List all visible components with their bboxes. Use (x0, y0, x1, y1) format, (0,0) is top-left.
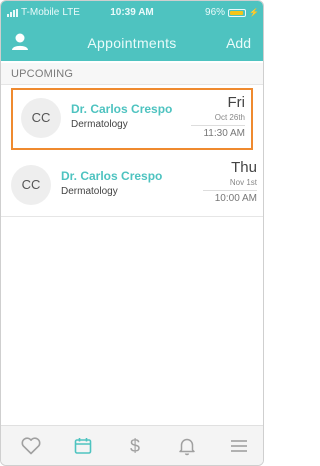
status-right: 96% ⚡ (205, 7, 259, 18)
appointment-date: Nov 1st (229, 178, 257, 187)
status-bar: T-Mobile LTE 10:39 AM 96% ⚡ (1, 1, 263, 25)
heart-icon (21, 437, 41, 455)
page-title: Appointments (87, 35, 177, 51)
doctor-specialty: Dermatology (61, 186, 118, 197)
nav-bar: Appointments Add (1, 25, 263, 61)
add-button[interactable]: Add (226, 35, 251, 51)
tab-menu[interactable] (213, 426, 263, 465)
datetime-divider (203, 190, 257, 191)
avatar: CC (21, 98, 61, 138)
appointment-row[interactable]: CC Dr. Carlos Crespo Dermatology Thu Nov… (1, 155, 263, 217)
appointment-datetime: Fri Oct 26th 11:30 AM (191, 94, 245, 139)
doctor-specialty: Dermatology (71, 119, 128, 130)
battery-icon (228, 8, 247, 17)
section-title: UPCOMING (11, 68, 74, 80)
app-header: T-Mobile LTE 10:39 AM 96% ⚡ Appointments… (1, 1, 263, 61)
phone-screen: T-Mobile LTE 10:39 AM 96% ⚡ Appointments… (0, 0, 264, 466)
tab-favorites[interactable] (5, 426, 57, 465)
section-header: UPCOMING (1, 63, 263, 85)
charging-icon: ⚡ (249, 8, 259, 17)
appointment-weekday: Thu (231, 159, 257, 176)
appointment-datetime: Thu Nov 1st 10:00 AM (203, 159, 257, 204)
appointment-time: 11:30 AM (203, 128, 245, 139)
appointment-weekday: Fri (227, 94, 246, 111)
battery-percent: 96% (205, 7, 226, 18)
menu-icon (230, 439, 248, 453)
datetime-divider (191, 125, 245, 126)
tab-bar: $ (1, 425, 263, 465)
appointment-time: 10:00 AM (214, 193, 257, 204)
tab-appointments[interactable] (57, 426, 109, 465)
calendar-icon (73, 436, 93, 456)
appointment-row[interactable]: CC Dr. Carlos Crespo Dermatology Fri Oct… (11, 88, 253, 150)
dollar-icon: $ (129, 435, 140, 456)
doctor-name: Dr. Carlos Crespo (71, 102, 173, 116)
tab-billing[interactable]: $ (109, 426, 161, 465)
doctor-name: Dr. Carlos Crespo (61, 169, 163, 183)
tab-notifications[interactable] (161, 426, 213, 465)
bell-icon (178, 436, 196, 456)
avatar: CC (11, 165, 51, 205)
appointment-date: Oct 26th (214, 113, 245, 122)
